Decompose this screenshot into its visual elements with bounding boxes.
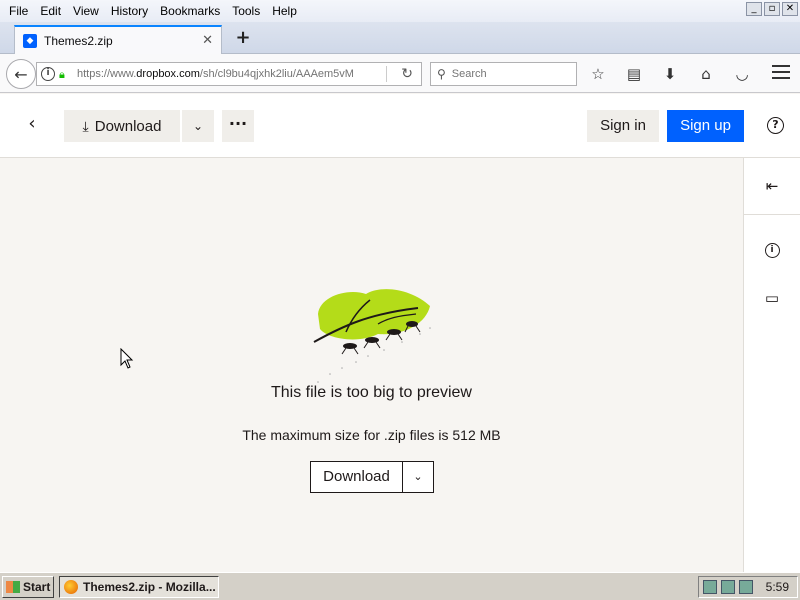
- start-button[interactable]: Start: [2, 576, 54, 598]
- tab-close-icon[interactable]: ✕: [202, 33, 213, 48]
- display-icon[interactable]: [739, 580, 753, 594]
- menu-edit[interactable]: Edit: [35, 4, 66, 18]
- network-icon[interactable]: [703, 580, 717, 594]
- preview-area: This file is too big to preview The maxi…: [0, 158, 743, 572]
- tab-title: Themes2.zip: [44, 33, 113, 48]
- close-window-button[interactable]: ✕: [782, 2, 798, 16]
- reading-list-icon[interactable]: ▤: [623, 63, 645, 85]
- url-separator: [386, 66, 387, 82]
- chevron-down-icon[interactable]: ⌄: [403, 462, 433, 492]
- url-text[interactable]: https://www.dropbox.com/sh/cl9bu4qjxhk2l…: [77, 68, 357, 80]
- mouse-cursor-icon: [120, 348, 134, 369]
- chevron-left-icon[interactable]: ‹: [20, 112, 44, 136]
- restore-button[interactable]: ▫: [764, 2, 780, 16]
- clock: 5:59: [765, 580, 789, 594]
- right-rail: ⇤ i ▭: [743, 158, 800, 572]
- dropbox-icon: ◆: [23, 33, 37, 48]
- info-icon: i: [764, 242, 780, 258]
- leaf-ants-illustration: [313, 289, 431, 383]
- taskbar-item-label: Themes2.zip - Mozilla...: [83, 580, 216, 594]
- collapse-panel-icon[interactable]: ⇤: [744, 158, 800, 214]
- sign-up-button[interactable]: Sign up: [667, 110, 744, 142]
- preview-title: This file is too big to preview: [271, 384, 472, 401]
- menu-tools[interactable]: Tools: [227, 4, 265, 18]
- taskbar-firefox-item[interactable]: Themes2.zip - Mozilla...: [59, 576, 219, 598]
- menu-help[interactable]: Help: [267, 4, 302, 18]
- menu-view[interactable]: View: [68, 4, 104, 18]
- download-icon: ⤓: [82, 117, 89, 134]
- system-tray: 5:59: [698, 576, 798, 598]
- new-tab-button[interactable]: +: [232, 28, 254, 50]
- tab-bar: ◆ Themes2.zip ✕ +: [0, 22, 800, 54]
- center-download-button[interactable]: Download ⌄: [310, 461, 434, 493]
- menu-bar: File Edit View History Bookmarks Tools H…: [0, 0, 800, 22]
- menu-history[interactable]: History: [106, 4, 153, 18]
- preview-subtitle: The maximum size for .zip files is 512 M…: [242, 427, 501, 443]
- ellipsis-icon: ···: [228, 114, 248, 133]
- comments-icon[interactable]: ▭: [744, 270, 800, 326]
- pocket-icon[interactable]: ◡: [731, 63, 753, 85]
- site-info-icon[interactable]: i: [41, 67, 55, 81]
- lock-icon: 🔒︎: [59, 68, 65, 81]
- window-controls: _ ▫ ✕: [746, 2, 798, 16]
- rail-divider: [744, 214, 800, 215]
- download-options-button[interactable]: ⌄: [182, 110, 214, 142]
- help-icon[interactable]: ?: [767, 117, 784, 134]
- navigation-bar: ← i 🔒︎ https://www.dropbox.com/sh/cl9bu4…: [0, 54, 800, 93]
- minimize-button[interactable]: _: [746, 2, 762, 16]
- taskbar: Start Themes2.zip - Mozilla... 5:59: [0, 572, 800, 600]
- reload-icon[interactable]: ↻: [401, 66, 413, 82]
- search-input[interactable]: [451, 68, 562, 80]
- downloads-icon[interactable]: ⬇: [659, 63, 681, 85]
- windows-logo-icon: [6, 581, 20, 593]
- center-download-label[interactable]: Download: [311, 462, 403, 492]
- home-icon[interactable]: ⌂: [695, 63, 717, 85]
- url-bar[interactable]: i 🔒︎ https://www.dropbox.com/sh/cl9bu4qj…: [36, 62, 422, 86]
- arrow-left-icon: ←: [14, 64, 28, 84]
- toolbar-icons: ☆ ▤ ⬇ ⌂ ◡: [587, 63, 767, 85]
- dropbox-header: ‹ ⤓ Download ⌄ ··· Sign in Sign up ?: [0, 94, 800, 158]
- menu-file[interactable]: File: [4, 4, 33, 18]
- hamburger-menu-icon[interactable]: [772, 65, 790, 83]
- sign-in-button[interactable]: Sign in: [587, 110, 659, 142]
- firefox-icon: [64, 580, 78, 594]
- menu-bookmarks[interactable]: Bookmarks: [155, 4, 225, 18]
- more-options-button[interactable]: ···: [222, 110, 254, 142]
- back-button[interactable]: ←: [6, 59, 36, 89]
- bookmark-star-icon[interactable]: ☆: [587, 63, 609, 85]
- chevron-down-icon: ⌄: [192, 119, 204, 133]
- start-label: Start: [23, 580, 51, 594]
- header-download-label: Download: [94, 117, 162, 135]
- header-download-button[interactable]: ⤓ Download: [64, 110, 180, 142]
- tab-themes2[interactable]: ◆ Themes2.zip ✕: [14, 25, 222, 54]
- search-bar[interactable]: ⚲: [430, 62, 577, 86]
- search-icon: ⚲: [437, 67, 446, 81]
- volume-icon[interactable]: [721, 580, 735, 594]
